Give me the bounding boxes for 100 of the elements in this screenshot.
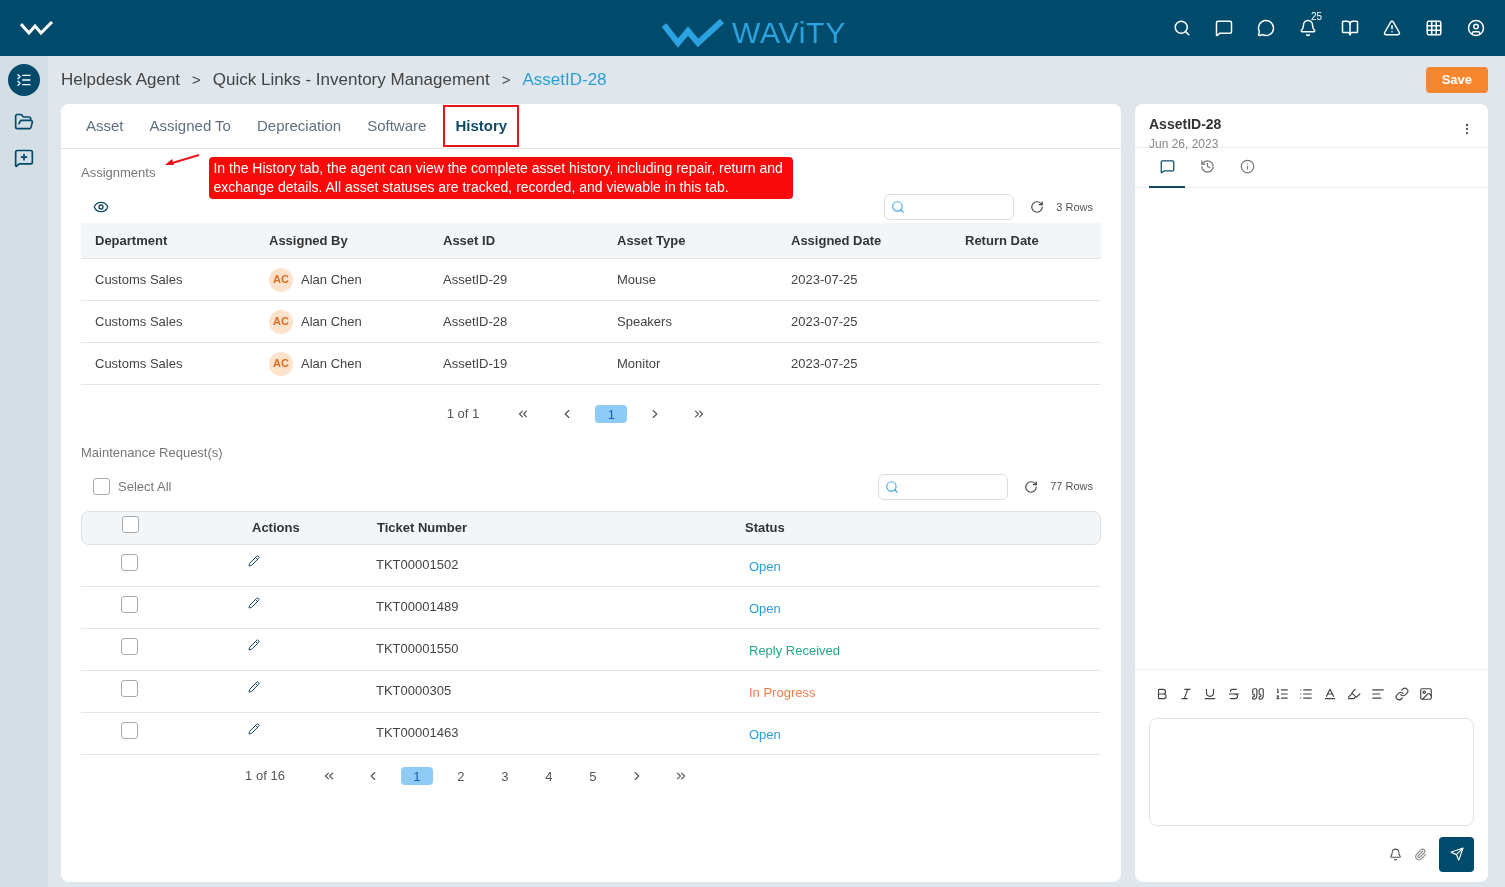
tab[interactable]: Asset (77, 105, 133, 147)
select-all-checkbox[interactable] (93, 478, 110, 495)
folder-icon[interactable] (14, 112, 34, 132)
row-checkbox[interactable] (121, 595, 138, 613)
message-add-icon[interactable] (14, 148, 34, 168)
warning-triangle-icon[interactable] (1383, 19, 1401, 37)
page-button[interactable]: 2 (444, 766, 477, 785)
table-cell-text: TKT0000305 (375, 682, 453, 701)
row-count: 3 Rows (1056, 199, 1093, 215)
bullet-list-icon[interactable] (1299, 687, 1313, 701)
table-cell-text: Alan Chen (301, 312, 362, 331)
refresh-icon[interactable] (1024, 479, 1039, 494)
page-button[interactable]: 5 (576, 766, 609, 785)
tab[interactable]: Software (358, 105, 436, 147)
row-count: 77 Rows (1050, 479, 1093, 495)
panel-title: AssetID-28 (1149, 115, 1222, 134)
align-left-icon[interactable] (1371, 687, 1385, 701)
table-cell-text: Customs Sales (94, 354, 184, 373)
row-checkbox[interactable] (121, 679, 138, 697)
refresh-icon[interactable] (1030, 200, 1045, 214)
status-text: In Progress (748, 684, 816, 703)
table-cell-text: Alan Chen (301, 270, 362, 289)
page-button[interactable]: 1 (595, 405, 628, 423)
table-cell-text: TKT00001550 (375, 640, 460, 659)
avatar-initials: AC (269, 309, 293, 334)
table-cell-text: AssetID-19 (442, 354, 509, 373)
page-summary: 1 of 16 (245, 766, 285, 785)
breadcrumb-link[interactable]: Quick Links - Inventory Management (212, 67, 490, 93)
search-field[interactable] (884, 194, 1015, 220)
italic-icon[interactable] (1179, 687, 1193, 701)
search-field[interactable] (878, 473, 1009, 500)
eye-icon[interactable] (93, 199, 109, 215)
page-button[interactable]: 3 (488, 766, 521, 785)
table-cell-text: AssetID-29 (442, 270, 509, 289)
paperclip-icon[interactable] (1414, 847, 1427, 861)
section-title: Assignments (81, 164, 156, 182)
search-icon[interactable] (1173, 19, 1191, 37)
comment-input[interactable] (1149, 718, 1474, 826)
bold-icon[interactable] (1155, 687, 1169, 701)
table-cell-text: TKT00001463 (375, 724, 460, 743)
row-checkbox[interactable] (121, 553, 138, 571)
notification-bell-icon[interactable] (1299, 19, 1317, 37)
text-color-icon[interactable] (1323, 687, 1337, 701)
page-button[interactable]: 1 (400, 766, 433, 785)
status-text: Open (748, 600, 781, 619)
edit-pencil-icon[interactable] (248, 681, 260, 693)
collapse-menu-button[interactable] (8, 64, 40, 96)
chat-bubble-icon[interactable] (1215, 19, 1233, 37)
column-header: Assigned Date (790, 231, 883, 250)
breadcrumb-link[interactable]: Helpdesk Agent (61, 67, 181, 93)
underline-icon[interactable] (1203, 687, 1217, 701)
numbered-list-icon[interactable] (1275, 687, 1289, 701)
history-icon (1199, 159, 1215, 174)
edit-pencil-icon[interactable] (248, 723, 260, 735)
table-cell-text: 2023-07-25 (790, 270, 859, 289)
notification-count: 25 (1311, 10, 1323, 24)
table-cell-text: TKT00001489 (375, 598, 460, 617)
column-header: Department (94, 231, 169, 250)
collapse-menu-icon (16, 72, 32, 88)
column-header: Asset ID (442, 231, 497, 250)
breadcrumb-separator: > (191, 69, 202, 90)
check-logo-icon (20, 21, 54, 35)
row-checkbox[interactable] (121, 721, 138, 739)
edit-pencil-icon[interactable] (248, 597, 260, 609)
image-icon[interactable] (1419, 687, 1433, 701)
avatar-initials: AC (269, 267, 293, 292)
edit-pencil-icon[interactable] (248, 639, 260, 651)
edit-pencil-icon[interactable] (248, 555, 260, 567)
table-cell-text: TKT00001502 (375, 556, 460, 575)
page-button[interactable]: 4 (532, 766, 565, 785)
highlight-icon[interactable] (1347, 687, 1361, 701)
link-icon[interactable] (1395, 687, 1409, 701)
tab[interactable]: History (443, 105, 520, 147)
header-checkbox[interactable] (122, 516, 139, 534)
checkbox-label: Select All (118, 477, 172, 496)
table-cell-text: AssetID-28 (442, 312, 509, 331)
row-checkbox[interactable] (121, 637, 138, 655)
search-icon (885, 479, 900, 494)
table-cell-text: 2023-07-25 (790, 312, 859, 331)
tab[interactable]: Depreciation (247, 105, 351, 147)
bell-icon[interactable] (1389, 847, 1402, 861)
quote-icon[interactable] (1251, 687, 1265, 701)
page-summary: 1 of 1 (446, 405, 480, 424)
breadcrumb-separator: > (500, 69, 512, 90)
status-text: Open (748, 726, 781, 745)
table-cell-text: Customs Sales (94, 312, 184, 331)
send-button[interactable] (1439, 836, 1474, 872)
speech-bubble-icon[interactable] (1257, 19, 1275, 37)
tab[interactable]: Assigned To (140, 105, 240, 147)
table-cell-text: Alan Chen (301, 354, 362, 373)
column-header: Actions (251, 518, 301, 537)
section-title: Maintenance Request(s) (81, 444, 224, 462)
user-avatar-icon[interactable] (1467, 19, 1485, 37)
grid-icon[interactable] (1425, 19, 1443, 37)
strikethrough-icon[interactable] (1227, 687, 1241, 701)
table-cell-text: 2023-07-25 (790, 354, 859, 373)
info-icon (1239, 159, 1255, 174)
status-text: Reply Received (748, 642, 841, 661)
avatar-initials: AC (269, 351, 293, 376)
book-icon[interactable] (1341, 19, 1359, 37)
